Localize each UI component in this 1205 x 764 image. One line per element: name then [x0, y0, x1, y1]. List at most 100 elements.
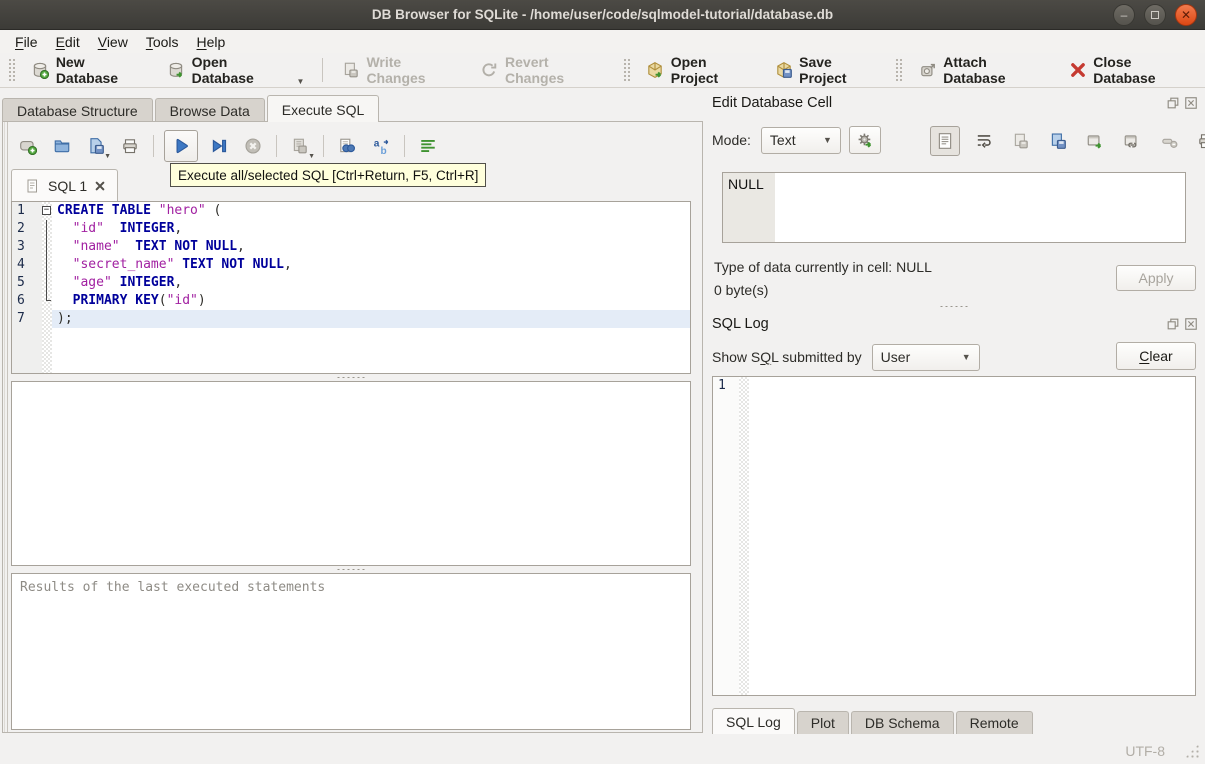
word-wrap-button[interactable] — [971, 128, 997, 154]
tab-browse-data[interactable]: Browse Data — [154, 98, 265, 122]
cell-size-label: 0 byte(s) — [714, 282, 769, 298]
cell-null-strip: NULL — [723, 173, 775, 242]
revert-changes-button[interactable]: Revert Changes — [472, 50, 615, 90]
sql-file-tab[interactable]: SQL 1 — [11, 169, 119, 201]
open-in-external-button[interactable] — [1082, 128, 1108, 154]
svg-text:b: b — [380, 146, 386, 155]
editor-splitter[interactable] — [11, 374, 691, 381]
open-database-button[interactable]: Open Database ▼ — [159, 50, 313, 90]
execute-current-line-button[interactable] — [206, 133, 232, 159]
code-text: CREATE TABLE "hero" ( — [57, 203, 222, 218]
save-project-button[interactable]: Save Project — [766, 50, 887, 90]
tab-execute-sql[interactable]: Execute SQL — [266, 95, 380, 122]
dock-tab-db-schema[interactable]: DB Schema — [850, 711, 954, 734]
stop-execution-button[interactable] — [240, 133, 266, 159]
import-data-button[interactable] — [1008, 128, 1034, 154]
results-placeholder: Results of the last executed statements — [20, 580, 326, 595]
save-sql-file-button[interactable]: ▼ — [83, 133, 111, 160]
cell-value-editor[interactable]: NULL — [722, 172, 1186, 243]
log-line-number-gutter — [713, 377, 739, 695]
minimize-button[interactable]: – — [1113, 4, 1135, 26]
project-save-icon — [774, 60, 793, 80]
text-view-button[interactable] — [930, 126, 960, 156]
log-filter-combobox[interactable]: User ▼ — [871, 343, 980, 371]
open-sql-file-button[interactable] — [49, 133, 75, 159]
results-splitter[interactable] — [11, 566, 691, 573]
open-link-button[interactable] — [1119, 128, 1145, 154]
gear-icon — [855, 130, 875, 150]
close-database-button[interactable]: Close Database — [1060, 50, 1201, 90]
export-data-button[interactable] — [1045, 128, 1071, 154]
close-tab-icon[interactable] — [93, 179, 107, 193]
write-changes-button[interactable]: Write Changes — [333, 50, 468, 90]
format-sql-button[interactable] — [415, 133, 441, 159]
clear-button-label: Clear — [1139, 348, 1173, 364]
execute-all-button[interactable] — [164, 130, 198, 162]
cell-value: NULL — [728, 176, 764, 192]
new-sql-tab-button[interactable] — [15, 133, 41, 159]
float-dock-icon[interactable] — [1166, 317, 1180, 331]
log-fold-margin — [739, 377, 749, 695]
find-button[interactable] — [334, 133, 360, 159]
dock-splitter[interactable] — [712, 303, 1196, 310]
close-dock-icon[interactable] — [1184, 317, 1198, 331]
code-text: "secret_name" TEXT NOT NULL, — [72, 257, 292, 272]
word-wrap-icon — [974, 131, 994, 151]
close-dock-icon[interactable] — [1184, 96, 1198, 110]
attach-database-button[interactable]: Attach Database — [910, 50, 1056, 90]
save-results-button[interactable]: ▼ — [287, 133, 315, 160]
close-button[interactable]: ✕ — [1175, 4, 1197, 26]
revert-changes-button-label: Revert Changes — [505, 54, 565, 86]
link-icon — [1122, 131, 1142, 151]
replace-icon: ab — [371, 136, 391, 156]
resize-grip[interactable] — [1185, 744, 1199, 758]
dock-tab-remote[interactable]: Remote — [955, 711, 1033, 734]
menu-file[interactable]: File — [6, 32, 47, 52]
tooltip-text: Execute all/selected SQL [Ctrl+Return, F… — [178, 167, 479, 183]
window-controls: – ✕ — [1113, 4, 1197, 26]
replace-button[interactable]: ab — [368, 133, 394, 159]
doc-text-icon — [935, 131, 955, 151]
print-cell-button[interactable] — [1193, 128, 1205, 154]
edit-cell-dock-titlebar: Edit Database Cell — [712, 93, 1198, 113]
line-number: 5 — [17, 275, 25, 290]
menu-view[interactable]: View — [89, 32, 137, 52]
menu-tools[interactable]: Tools — [137, 32, 188, 52]
sql-file-tabbar: SQL 1 — [11, 169, 119, 201]
close-icon: ✕ — [1180, 8, 1192, 22]
dock-tab-plot[interactable]: Plot — [796, 711, 849, 734]
code-line-7: 7); — [12, 310, 690, 328]
code-line-4: 4 "secret_name" TEXT NOT NULL, — [12, 256, 690, 274]
revert-changes-icon — [480, 60, 499, 80]
clear-log-button[interactable]: Clear — [1116, 342, 1196, 370]
toolbar-grip[interactable] — [895, 58, 903, 82]
toolbar-grip[interactable] — [622, 58, 630, 82]
auto-apply-button[interactable] — [848, 126, 881, 154]
main-tabs: Database Structure Browse Data Execute SQL — [2, 95, 380, 122]
open-project-button[interactable]: Open Project — [638, 50, 762, 90]
statusbar: UTF-8 — [0, 735, 1205, 764]
results-message-box: Results of the last executed statements — [11, 573, 691, 730]
float-dock-icon[interactable] — [1166, 96, 1180, 110]
code-line-1: 1 − CREATE TABLE "hero" ( — [12, 202, 690, 220]
dock-tab-sql-log[interactable]: SQL Log — [712, 708, 795, 734]
tab-database-structure[interactable]: Database Structure — [2, 98, 153, 122]
fold-collapse-icon[interactable]: − — [42, 206, 51, 215]
chevron-down-icon: ▼ — [308, 153, 315, 160]
mode-combobox[interactable]: Text ▼ — [760, 126, 841, 154]
maximize-button[interactable] — [1144, 4, 1166, 26]
toolbar-separator — [323, 135, 324, 157]
db-new-icon — [31, 60, 50, 80]
sql-editor-toolbar: ▼ ▼ a b — [15, 128, 441, 164]
toolbar-grip[interactable] — [8, 58, 15, 82]
menu-help[interactable]: Help — [188, 32, 235, 52]
new-database-button[interactable]: New Database — [23, 50, 155, 90]
print-icon — [1196, 131, 1205, 151]
line-number: 7 — [17, 311, 25, 326]
code-text: ); — [52, 310, 690, 328]
menu-edit[interactable]: Edit — [47, 32, 89, 52]
print-sql-button[interactable] — [117, 133, 143, 159]
sql-code-editor[interactable]: 1− CREATE TABLE "hero" (2 "id" INTEGER, 3 … — [11, 201, 691, 374]
set-null-button[interactable] — [1156, 128, 1182, 154]
apply-button[interactable]: Apply — [1116, 265, 1196, 291]
